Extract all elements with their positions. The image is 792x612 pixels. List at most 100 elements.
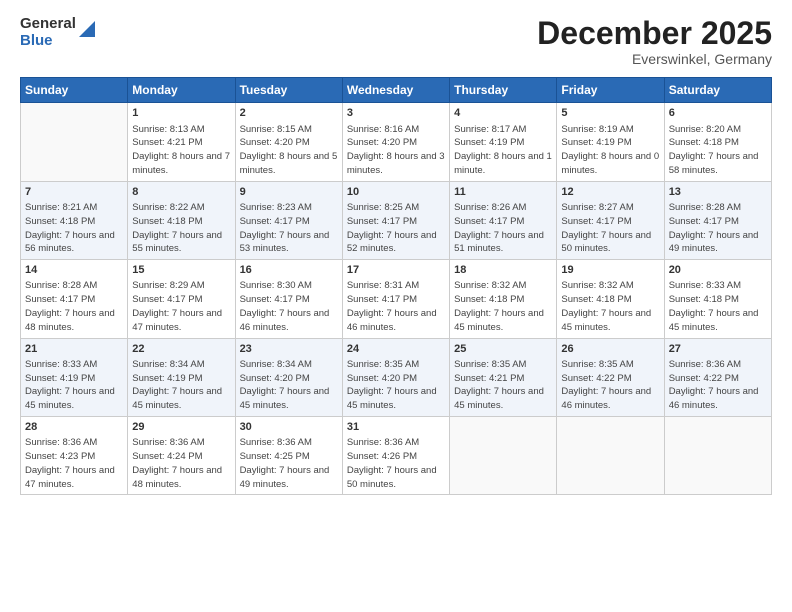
- calendar: Sunday Monday Tuesday Wednesday Thursday…: [20, 77, 772, 495]
- calendar-cell: 15Sunrise: 8:29 AM Sunset: 4:17 PM Dayli…: [128, 260, 235, 338]
- calendar-cell: 18Sunrise: 8:32 AM Sunset: 4:18 PM Dayli…: [450, 260, 557, 338]
- calendar-cell: 1 Sunrise: 8:13 AM Sunset: 4:21 PM Daylig…: [128, 103, 235, 181]
- day-number: 12: [561, 185, 659, 200]
- day-number: 24: [347, 342, 445, 357]
- header: General Blue December 2025 Everswinkel, …: [20, 16, 772, 67]
- day-info: Sunrise: 8:17 AM Sunset: 4:19 PM Dayligh…: [454, 123, 552, 178]
- calendar-cell: 28Sunrise: 8:36 AM Sunset: 4:23 PM Dayli…: [21, 417, 128, 495]
- header-saturday: Saturday: [664, 78, 771, 103]
- day-number: 27: [669, 342, 767, 357]
- day-number: 5: [561, 106, 659, 121]
- day-number: 29: [132, 420, 230, 435]
- day-number: 14: [25, 263, 123, 278]
- day-number: 7: [25, 185, 123, 200]
- calendar-cell: 2 Sunrise: 8:15 AM Sunset: 4:20 PM Daylig…: [235, 103, 342, 181]
- calendar-cell: 9Sunrise: 8:23 AM Sunset: 4:17 PM Daylig…: [235, 181, 342, 259]
- day-info: Sunrise: 8:19 AM Sunset: 4:19 PM Dayligh…: [561, 123, 659, 178]
- calendar-cell: 26Sunrise: 8:35 AM Sunset: 4:22 PM Dayli…: [557, 338, 664, 416]
- day-info: Sunrise: 8:29 AM Sunset: 4:17 PM Dayligh…: [132, 279, 230, 334]
- calendar-cell: 23Sunrise: 8:34 AM Sunset: 4:20 PM Dayli…: [235, 338, 342, 416]
- header-thursday: Thursday: [450, 78, 557, 103]
- day-number: 18: [454, 263, 552, 278]
- day-number: 26: [561, 342, 659, 357]
- calendar-cell: 25Sunrise: 8:35 AM Sunset: 4:21 PM Dayli…: [450, 338, 557, 416]
- calendar-cell: [450, 417, 557, 495]
- day-info: Sunrise: 8:22 AM Sunset: 4:18 PM Dayligh…: [132, 201, 230, 256]
- calendar-week-row: 14Sunrise: 8:28 AM Sunset: 4:17 PM Dayli…: [21, 260, 772, 338]
- calendar-cell: 10Sunrise: 8:25 AM Sunset: 4:17 PM Dayli…: [342, 181, 449, 259]
- calendar-cell: 22Sunrise: 8:34 AM Sunset: 4:19 PM Dayli…: [128, 338, 235, 416]
- calendar-cell: 14Sunrise: 8:28 AM Sunset: 4:17 PM Dayli…: [21, 260, 128, 338]
- calendar-cell: 5 Sunrise: 8:19 AM Sunset: 4:19 PM Daylig…: [557, 103, 664, 181]
- calendar-cell: [21, 103, 128, 181]
- calendar-cell: 12Sunrise: 8:27 AM Sunset: 4:17 PM Dayli…: [557, 181, 664, 259]
- calendar-cell: 27Sunrise: 8:36 AM Sunset: 4:22 PM Dayli…: [664, 338, 771, 416]
- calendar-cell: 7Sunrise: 8:21 AM Sunset: 4:18 PM Daylig…: [21, 181, 128, 259]
- day-info: Sunrise: 8:36 AM Sunset: 4:23 PM Dayligh…: [25, 436, 123, 491]
- calendar-cell: 31Sunrise: 8:36 AM Sunset: 4:26 PM Dayli…: [342, 417, 449, 495]
- calendar-week-row: 7Sunrise: 8:21 AM Sunset: 4:18 PM Daylig…: [21, 181, 772, 259]
- day-info: Sunrise: 8:33 AM Sunset: 4:19 PM Dayligh…: [25, 358, 123, 413]
- day-number: 28: [25, 420, 123, 435]
- day-number: 21: [25, 342, 123, 357]
- day-number: 4: [454, 106, 552, 121]
- page: General Blue December 2025 Everswinkel, …: [0, 0, 792, 612]
- header-tuesday: Tuesday: [235, 78, 342, 103]
- calendar-cell: 29Sunrise: 8:36 AM Sunset: 4:24 PM Dayli…: [128, 417, 235, 495]
- day-info: Sunrise: 8:13 AM Sunset: 4:21 PM Dayligh…: [132, 123, 230, 178]
- day-number: 19: [561, 263, 659, 278]
- day-info: Sunrise: 8:16 AM Sunset: 4:20 PM Dayligh…: [347, 123, 445, 178]
- day-number: 9: [240, 185, 338, 200]
- calendar-cell: 30Sunrise: 8:36 AM Sunset: 4:25 PM Dayli…: [235, 417, 342, 495]
- calendar-cell: 3 Sunrise: 8:16 AM Sunset: 4:20 PM Daylig…: [342, 103, 449, 181]
- day-info: Sunrise: 8:30 AM Sunset: 4:17 PM Dayligh…: [240, 279, 338, 334]
- day-info: Sunrise: 8:34 AM Sunset: 4:20 PM Dayligh…: [240, 358, 338, 413]
- day-info: Sunrise: 8:35 AM Sunset: 4:21 PM Dayligh…: [454, 358, 552, 413]
- day-info: Sunrise: 8:21 AM Sunset: 4:18 PM Dayligh…: [25, 201, 123, 256]
- calendar-cell: [557, 417, 664, 495]
- day-number: 3: [347, 106, 445, 121]
- calendar-cell: 6 Sunrise: 8:20 AM Sunset: 4:18 PM Daylig…: [664, 103, 771, 181]
- calendar-cell: 20Sunrise: 8:33 AM Sunset: 4:18 PM Dayli…: [664, 260, 771, 338]
- day-number: 11: [454, 185, 552, 200]
- logo-triangle-icon: [77, 19, 97, 39]
- day-info: Sunrise: 8:26 AM Sunset: 4:17 PM Dayligh…: [454, 201, 552, 256]
- day-number: 15: [132, 263, 230, 278]
- calendar-cell: 8Sunrise: 8:22 AM Sunset: 4:18 PM Daylig…: [128, 181, 235, 259]
- day-number: 1: [132, 106, 230, 121]
- location: Everswinkel, Germany: [537, 51, 772, 67]
- day-info: Sunrise: 8:27 AM Sunset: 4:17 PM Dayligh…: [561, 201, 659, 256]
- day-number: 20: [669, 263, 767, 278]
- day-info: Sunrise: 8:32 AM Sunset: 4:18 PM Dayligh…: [561, 279, 659, 334]
- day-info: Sunrise: 8:28 AM Sunset: 4:17 PM Dayligh…: [669, 201, 767, 256]
- calendar-cell: 19Sunrise: 8:32 AM Sunset: 4:18 PM Dayli…: [557, 260, 664, 338]
- calendar-cell: 4 Sunrise: 8:17 AM Sunset: 4:19 PM Daylig…: [450, 103, 557, 181]
- day-number: 6: [669, 106, 767, 121]
- day-info: Sunrise: 8:36 AM Sunset: 4:26 PM Dayligh…: [347, 436, 445, 491]
- day-number: 2: [240, 106, 338, 121]
- day-info: Sunrise: 8:35 AM Sunset: 4:20 PM Dayligh…: [347, 358, 445, 413]
- day-number: 16: [240, 263, 338, 278]
- day-info: Sunrise: 8:28 AM Sunset: 4:17 PM Dayligh…: [25, 279, 123, 334]
- title-block: December 2025 Everswinkel, Germany: [537, 16, 772, 67]
- header-wednesday: Wednesday: [342, 78, 449, 103]
- day-number: 22: [132, 342, 230, 357]
- day-info: Sunrise: 8:34 AM Sunset: 4:19 PM Dayligh…: [132, 358, 230, 413]
- day-number: 31: [347, 420, 445, 435]
- header-sunday: Sunday: [21, 78, 128, 103]
- day-info: Sunrise: 8:23 AM Sunset: 4:17 PM Dayligh…: [240, 201, 338, 256]
- day-info: Sunrise: 8:36 AM Sunset: 4:25 PM Dayligh…: [240, 436, 338, 491]
- day-info: Sunrise: 8:25 AM Sunset: 4:17 PM Dayligh…: [347, 201, 445, 256]
- calendar-week-row: 28Sunrise: 8:36 AM Sunset: 4:23 PM Dayli…: [21, 417, 772, 495]
- day-info: Sunrise: 8:35 AM Sunset: 4:22 PM Dayligh…: [561, 358, 659, 413]
- day-number: 25: [454, 342, 552, 357]
- calendar-cell: [664, 417, 771, 495]
- day-info: Sunrise: 8:32 AM Sunset: 4:18 PM Dayligh…: [454, 279, 552, 334]
- day-number: 23: [240, 342, 338, 357]
- day-info: Sunrise: 8:15 AM Sunset: 4:20 PM Dayligh…: [240, 123, 338, 178]
- day-info: Sunrise: 8:31 AM Sunset: 4:17 PM Dayligh…: [347, 279, 445, 334]
- day-info: Sunrise: 8:20 AM Sunset: 4:18 PM Dayligh…: [669, 123, 767, 178]
- header-monday: Monday: [128, 78, 235, 103]
- calendar-cell: 24Sunrise: 8:35 AM Sunset: 4:20 PM Dayli…: [342, 338, 449, 416]
- day-number: 13: [669, 185, 767, 200]
